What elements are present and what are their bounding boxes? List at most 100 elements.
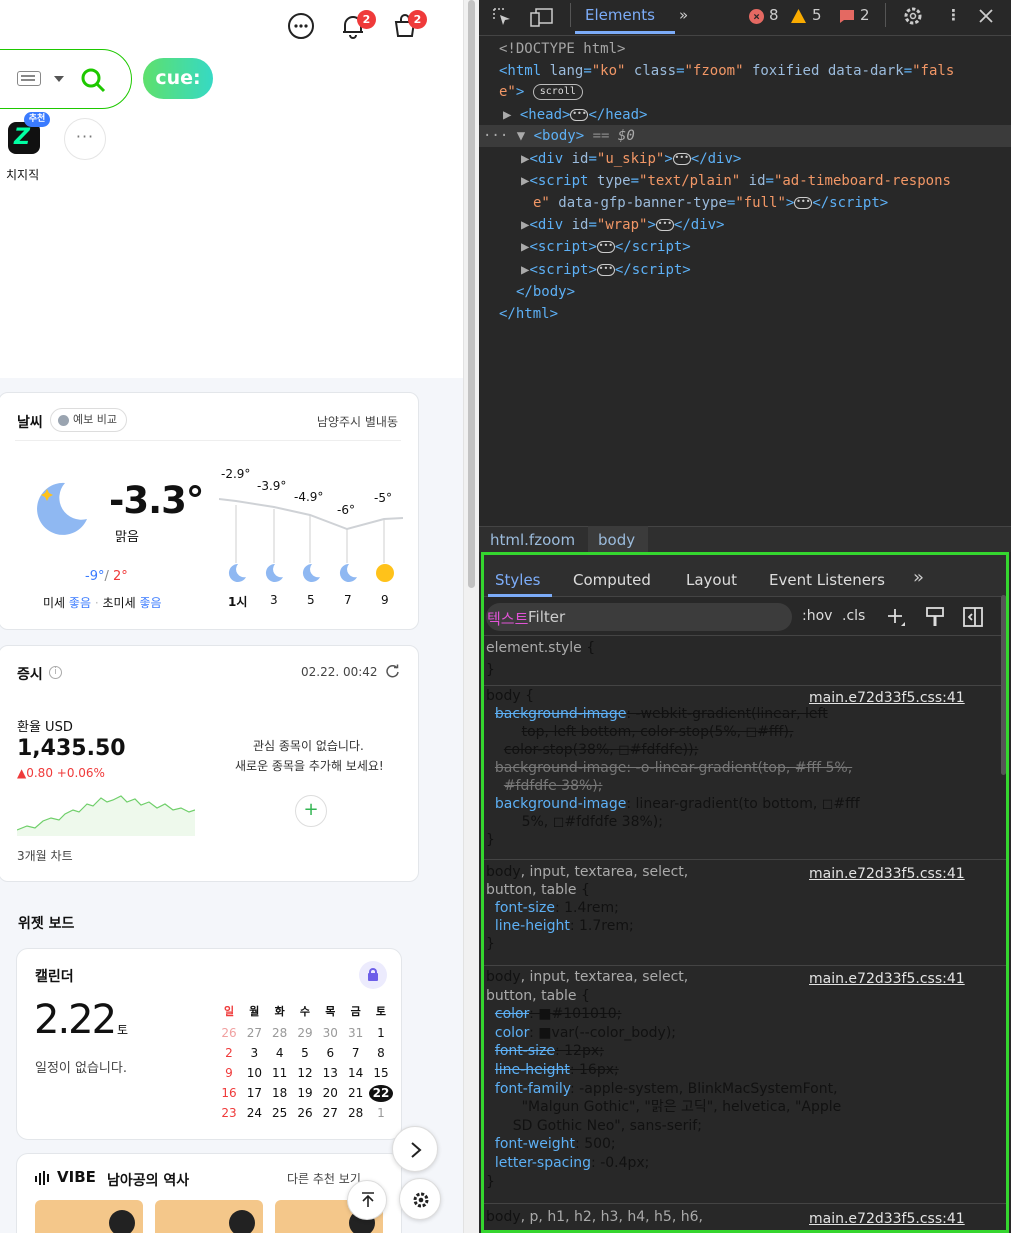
refresh-icon[interactable] xyxy=(385,664,400,679)
calendar-day[interactable]: 6 xyxy=(318,1045,342,1062)
paint-icon[interactable] xyxy=(925,606,945,628)
gear-icon[interactable] xyxy=(902,5,924,27)
calendar-day[interactable]: 12 xyxy=(293,1065,317,1082)
calendar-day[interactable]: 10 xyxy=(242,1065,266,1082)
calendar-day[interactable]: 2 xyxy=(217,1045,241,1062)
dom-line[interactable]: ▶<script> ••• </script> xyxy=(521,259,691,281)
css-source-link[interactable]: main.e72d33f5.css:41 xyxy=(809,690,965,706)
css-source-link[interactable]: main.e72d33f5.css:41 xyxy=(809,866,965,882)
calendar-day[interactable]: 26 xyxy=(217,1025,241,1042)
css-source-link[interactable]: main.e72d33f5.css:41 xyxy=(809,971,965,987)
calendar-day[interactable]: 25 xyxy=(268,1105,292,1122)
calendar-day[interactable]: 22 xyxy=(368,1085,393,1102)
calendar-day[interactable]: 5 xyxy=(293,1045,317,1062)
breadcrumb-html[interactable]: html.fzoom xyxy=(490,531,575,549)
calendar-day[interactable]: 27 xyxy=(242,1025,266,1042)
more-tabs-icon[interactable]: » xyxy=(913,567,924,588)
calendar-day[interactable]: 1 xyxy=(369,1025,393,1042)
close-icon[interactable] xyxy=(978,8,994,24)
sidebar-toggle-icon[interactable] xyxy=(962,606,984,628)
page-scrollbar[interactable] xyxy=(463,0,479,1233)
device-toolbar-icon[interactable] xyxy=(530,6,554,28)
calendar-day[interactable]: 18 xyxy=(268,1085,292,1102)
inspect-icon[interactable] xyxy=(491,6,513,28)
calendar-day[interactable]: 19 xyxy=(293,1085,317,1102)
kebab-menu-icon[interactable]: ⋮ xyxy=(946,6,961,24)
chevron-down-icon[interactable] xyxy=(54,76,64,82)
css-rule-body[interactable]: body { background-image: -webkit-gradien… xyxy=(486,687,860,849)
calendar-day[interactable]: 26 xyxy=(293,1105,317,1122)
cue-button[interactable]: cue: xyxy=(143,58,213,99)
keyboard-icon[interactable] xyxy=(17,71,41,86)
calendar-day[interactable]: 4 xyxy=(268,1045,292,1062)
calendar-day[interactable]: 16 xyxy=(217,1085,241,1102)
shortcut-label[interactable]: 치지직 xyxy=(6,166,39,183)
dom-line[interactable]: ▶<div id="u_skip"> ••• </div> xyxy=(521,148,741,170)
calendar-day[interactable]: 29 xyxy=(293,1025,317,1042)
more-shortcuts-button[interactable]: ··· xyxy=(64,118,106,160)
styles-scrollbar[interactable] xyxy=(1001,595,1006,775)
calendar-day[interactable]: 31 xyxy=(344,1025,368,1042)
message-icon[interactable] xyxy=(839,9,855,24)
dom-line[interactable]: ▶<script> ••• </script> xyxy=(521,236,691,258)
calendar-day[interactable]: 9 xyxy=(217,1065,241,1082)
dom-line[interactable]: ··· ▼ <body> == $0 xyxy=(483,125,635,147)
more-tabs-icon[interactable]: » xyxy=(679,6,688,24)
chart-period-label[interactable]: 3개월 차트 xyxy=(17,847,73,864)
css-rule-element-style[interactable]: element.style { } xyxy=(486,637,595,681)
dom-line[interactable]: ▶ <head> ••• </head> xyxy=(503,104,647,126)
calendar-day[interactable]: 13 xyxy=(318,1065,342,1082)
scrollbar-thumb[interactable] xyxy=(468,0,475,588)
dom-line[interactable]: e"> scroll xyxy=(499,81,583,103)
calendar-day[interactable]: 23 xyxy=(217,1105,241,1122)
forecast-compare-button[interactable]: 예보 비교 xyxy=(50,408,127,432)
cls-toggle[interactable]: .cls xyxy=(842,608,865,624)
css-rule-color[interactable]: body, input, textarea, select, button, t… xyxy=(486,968,841,1191)
tab-elements[interactable]: Elements xyxy=(585,6,655,24)
next-widget-button[interactable] xyxy=(392,1126,438,1172)
search-box[interactable] xyxy=(0,49,132,109)
weather-location[interactable]: 남양주시 별내동 xyxy=(317,413,398,430)
album-thumb[interactable] xyxy=(155,1200,263,1233)
add-stock-button[interactable]: + xyxy=(295,795,327,827)
dom-line[interactable]: ▶<script type="text/plain" id="ad-timebo… xyxy=(521,170,951,192)
tab-computed[interactable]: Computed xyxy=(573,571,651,589)
info-icon[interactable]: i xyxy=(49,666,62,679)
new-rule-icon[interactable] xyxy=(885,606,907,628)
calendar-day[interactable]: 11 xyxy=(268,1065,292,1082)
calendar-day[interactable]: 17 xyxy=(242,1085,266,1102)
lock-icon[interactable] xyxy=(359,961,387,989)
warning-count[interactable]: 5 xyxy=(812,6,822,24)
album-thumb[interactable] xyxy=(35,1200,143,1233)
calendar-day[interactable]: 28 xyxy=(268,1025,292,1042)
calendar-day[interactable]: 20 xyxy=(318,1085,342,1102)
vibe-more-link[interactable]: 다른 추천 보기 xyxy=(287,1170,361,1187)
calendar-day[interactable]: 30 xyxy=(318,1025,342,1042)
tab-layout[interactable]: Layout xyxy=(686,571,737,589)
calendar-day[interactable]: 8 xyxy=(369,1045,393,1062)
calendar-day[interactable]: 7 xyxy=(344,1045,368,1062)
tab-event-listeners[interactable]: Event Listeners xyxy=(769,571,885,589)
scroll-top-button[interactable] xyxy=(347,1180,387,1220)
dom-line[interactable]: e" data-gfp-banner-type="full"> ••• </scri… xyxy=(533,192,888,214)
calendar-day[interactable]: 21 xyxy=(344,1085,368,1102)
tab-styles[interactable]: Styles xyxy=(495,571,541,589)
css-rule-font[interactable]: body, input, textarea, select, button, t… xyxy=(486,863,688,953)
hov-toggle[interactable]: :hov xyxy=(802,608,832,624)
dom-line[interactable]: <!DOCTYPE html> xyxy=(499,38,625,60)
dom-line[interactable]: </body> xyxy=(516,281,575,303)
breadcrumb-body[interactable]: body xyxy=(598,531,635,549)
css-rule-headings[interactable]: body, p, h1, h2, h3, h4, h5, h6, xyxy=(486,1208,703,1226)
css-source-link[interactable]: main.e72d33f5.css:41 xyxy=(809,1211,965,1227)
dom-line[interactable]: ▶<div id="wrap"> ••• </div> xyxy=(521,214,724,236)
search-icon[interactable] xyxy=(79,66,107,94)
dom-line[interactable]: <html lang="ko" class="fzoom" foxified d… xyxy=(499,60,954,82)
calendar-day[interactable]: 3 xyxy=(242,1045,266,1062)
calendar-day[interactable]: 24 xyxy=(242,1105,266,1122)
chat-icon[interactable] xyxy=(286,11,316,41)
calendar-day[interactable]: 1 xyxy=(369,1105,393,1122)
error-icon[interactable]: × xyxy=(749,9,764,24)
error-count[interactable]: 8 xyxy=(769,6,779,24)
calendar-day[interactable]: 15 xyxy=(369,1065,393,1082)
calendar-day[interactable]: 28 xyxy=(344,1105,368,1122)
